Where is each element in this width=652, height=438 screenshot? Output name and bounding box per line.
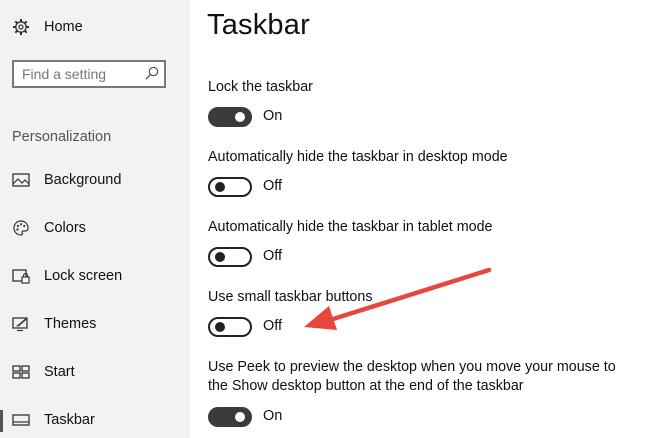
sidebar-item-start[interactable]: Start — [0, 356, 190, 388]
sidebar-item-label: Home — [44, 19, 83, 35]
arrow-head — [304, 306, 337, 330]
lock-taskbar-toggle[interactable] — [208, 107, 252, 127]
setting-label-small-buttons: Use small taskbar buttons — [208, 289, 373, 305]
setting-label-line: the Show desktop button at the end of th… — [208, 378, 524, 394]
search-box — [12, 60, 166, 88]
small-buttons-toggle[interactable] — [208, 317, 252, 337]
sidebar-item-label: Start — [44, 364, 75, 380]
setting-label-lock-taskbar: Lock the taskbar — [208, 79, 313, 95]
sidebar-item-label: Lock screen — [44, 268, 123, 284]
autohide-tablet-toggle[interactable] — [208, 247, 252, 267]
search-icon[interactable] — [144, 65, 160, 81]
sidebar: Home Personalization Background — [0, 0, 190, 438]
sidebar-item-themes[interactable]: Themes — [0, 308, 190, 340]
start-icon — [12, 363, 30, 381]
palette-icon — [12, 219, 30, 237]
setting-label-line: Use Peek to preview the desktop when you… — [208, 359, 616, 375]
setting-label-peek: Use Peek to preview the desktop when you… — [208, 358, 638, 396]
sidebar-item-home[interactable]: Home — [0, 11, 190, 43]
autohide-desktop-toggle[interactable] — [208, 177, 252, 197]
settings-window: Home Personalization Background — [0, 0, 652, 438]
sidebar-item-label: Colors — [44, 220, 86, 236]
lock-screen-icon — [12, 267, 30, 285]
toggle-state-text: Off — [263, 178, 283, 194]
sidebar-item-lock-screen[interactable]: Lock screen — [0, 260, 190, 292]
toggle-state-text: Off — [263, 248, 283, 264]
setting-label-autohide-desktop: Automatically hide the taskbar in deskto… — [208, 149, 508, 165]
sidebar-item-colors[interactable]: Colors — [0, 212, 190, 244]
sidebar-item-taskbar[interactable]: Taskbar — [0, 404, 190, 436]
sidebar-item-label: Themes — [44, 316, 97, 332]
image-icon — [12, 171, 30, 189]
setting-label-autohide-tablet: Automatically hide the taskbar in tablet… — [208, 219, 493, 235]
peek-toggle[interactable] — [208, 407, 252, 427]
toggle-knob — [215, 252, 225, 262]
sidebar-item-background[interactable]: Background — [0, 164, 190, 196]
page-title: Taskbar — [207, 9, 310, 41]
toggle-state-text: On — [263, 408, 283, 424]
toggle-knob — [215, 182, 225, 192]
sidebar-item-label: Taskbar — [44, 412, 95, 428]
taskbar-icon — [12, 411, 30, 429]
toggle-knob — [215, 322, 225, 332]
toggle-knob — [235, 112, 245, 122]
toggle-knob — [235, 412, 245, 422]
toggle-state-text: Off — [263, 318, 283, 334]
section-header-personalization: Personalization — [12, 129, 112, 145]
themes-icon — [12, 315, 30, 333]
search-input[interactable] — [14, 62, 140, 86]
sidebar-item-label: Background — [44, 172, 122, 188]
gear-icon — [12, 18, 30, 36]
toggle-state-text: On — [263, 108, 283, 124]
